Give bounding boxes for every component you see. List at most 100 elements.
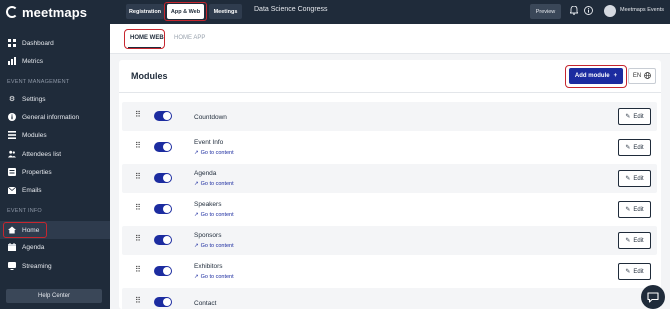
chat-icon[interactable] [641, 285, 665, 309]
module-name: Agenda [194, 170, 217, 177]
sidebar-item-emails[interactable]: Emails [0, 181, 110, 199]
subtab-home-app[interactable]: HOME APP [174, 35, 205, 41]
module-row: ⠿ Contact [122, 288, 657, 309]
add-module-button[interactable]: Add module + [569, 68, 623, 84]
edit-button[interactable]: ✎ Edit [618, 263, 651, 280]
avatar[interactable] [604, 5, 616, 17]
sidebar-item-properties[interactable]: Properties [0, 163, 110, 181]
sidebar-item-label: Agenda [22, 243, 45, 251]
drag-handle-icon[interactable]: ⠿ [135, 111, 141, 119]
preview-button[interactable]: Preview [530, 4, 561, 19]
sidebar-item-label: Properties [22, 168, 52, 176]
module-toggle[interactable] [154, 266, 172, 276]
edit-label: Edit [633, 206, 644, 213]
language-selector[interactable]: EN [628, 68, 656, 84]
module-toggle[interactable] [154, 204, 172, 214]
edit-button[interactable]: ✎ Edit [618, 108, 651, 125]
brand-logo[interactable]: meetmaps [0, 0, 110, 24]
go-to-content-label: Go to content [200, 274, 234, 280]
module-row: ⠿ Speakers ↗ Go to content ✎ Edit [122, 195, 657, 224]
edit-icon: ✎ [625, 114, 631, 120]
help-center-button[interactable]: Help Center [6, 289, 102, 303]
calendar-icon [8, 243, 16, 251]
active-subtab-indicator [128, 47, 161, 49]
tab-meetings[interactable]: Meetings [209, 4, 242, 19]
gear-icon: ⚙ [8, 96, 16, 103]
sidebar-item-label: Attendees list [22, 150, 62, 158]
streaming-icon [8, 262, 16, 270]
drag-handle-icon[interactable]: ⠿ [135, 266, 141, 274]
edit-label: Edit [633, 268, 644, 275]
edit-label: Edit [633, 144, 644, 151]
event-title: Data Science Congress [254, 6, 328, 13]
module-toggle[interactable] [154, 173, 172, 183]
external-link-icon: ↗ [194, 243, 199, 249]
edit-icon: ✎ [625, 238, 631, 244]
module-row: ⠿ Sponsors ↗ Go to content ✎ Edit [122, 226, 657, 255]
sidebar-item-metrics[interactable]: Metrics [0, 52, 110, 70]
edit-button[interactable]: ✎ Edit [618, 139, 651, 156]
edit-label: Edit [633, 113, 644, 120]
properties-icon [8, 168, 16, 176]
module-row: ⠿ Countdown ✎ Edit [122, 102, 657, 131]
panel-divider [119, 92, 661, 93]
edit-icon: ✎ [625, 269, 631, 275]
go-to-content-label: Go to content [200, 181, 234, 187]
sidebar-item-agenda[interactable]: Agenda [0, 238, 110, 256]
sidebar-item-dashboard[interactable]: Dashboard [0, 34, 110, 52]
sidebar-item-label: General information [22, 113, 80, 121]
meetmaps-logo-icon [6, 6, 18, 18]
edit-button[interactable]: ✎ Edit [618, 201, 651, 218]
globe-icon [644, 71, 652, 81]
go-to-content-link[interactable]: ↗ Go to content [194, 274, 234, 280]
module-row: ⠿ Exhibitors ↗ Go to content ✎ Edit [122, 257, 657, 286]
sidebar-item-streaming[interactable]: Streaming [0, 257, 110, 275]
module-name: Speakers [194, 201, 222, 208]
go-to-content-link[interactable]: ↗ Go to content [194, 181, 234, 187]
sidebar-item-settings[interactable]: ⚙ Settings [0, 90, 110, 108]
drag-handle-icon[interactable]: ⠿ [135, 142, 141, 150]
section-label-event-info: EVENT INFO [7, 208, 42, 214]
edit-button[interactable]: ✎ Edit [618, 170, 651, 187]
panel-title: Modules [131, 71, 168, 81]
drag-handle-icon[interactable]: ⠿ [135, 204, 141, 212]
drag-handle-icon[interactable]: ⠿ [135, 173, 141, 181]
tab-app-web[interactable]: App & Web [167, 4, 204, 19]
dashboard-icon [8, 39, 16, 47]
user-name[interactable]: Meetmaps Events [620, 7, 664, 13]
info-circle-icon[interactable] [584, 6, 593, 15]
sidebar-item-general-information[interactable]: General information [0, 108, 110, 126]
sidebar-item-modules[interactable]: Modules [0, 126, 110, 144]
edit-button[interactable]: ✎ Edit [618, 232, 651, 249]
go-to-content-link[interactable]: ↗ Go to content [194, 212, 234, 218]
module-name: Exhibitors [194, 263, 223, 270]
drag-handle-icon[interactable]: ⠿ [135, 235, 141, 243]
module-toggle[interactable] [154, 235, 172, 245]
module-toggle[interactable] [154, 111, 172, 121]
sidebar-item-home[interactable]: Home [0, 221, 110, 239]
brand-name: meetmaps [22, 4, 88, 20]
module-toggle[interactable] [154, 297, 172, 307]
go-to-content-link[interactable]: ↗ Go to content [194, 150, 234, 156]
bell-icon[interactable] [569, 6, 578, 15]
module-toggle[interactable] [154, 142, 172, 152]
sidebar-item-label: Settings [22, 95, 46, 103]
module-row: ⠿ Event Info ↗ Go to content ✎ Edit [122, 133, 657, 162]
people-icon [8, 150, 16, 158]
subtab-home-web[interactable]: HOME WEB [130, 35, 164, 41]
go-to-content-label: Go to content [200, 243, 234, 249]
edit-label: Edit [633, 237, 644, 244]
module-name: Contact [194, 300, 217, 307]
go-to-content-link[interactable]: ↗ Go to content [194, 243, 234, 249]
language-label: EN [632, 73, 642, 79]
modules-icon [8, 131, 16, 139]
sidebar-item-label: Emails [22, 186, 42, 194]
module-name: Event Info [194, 139, 224, 146]
drag-handle-icon[interactable]: ⠿ [135, 297, 141, 305]
tab-registration[interactable]: Registration [126, 4, 164, 19]
go-to-content-label: Go to content [200, 150, 234, 156]
plus-icon: + [613, 73, 618, 79]
module-name: Countdown [194, 114, 227, 121]
sidebar-item-label: Streaming [22, 262, 52, 270]
sidebar-item-attendees-list[interactable]: Attendees list [0, 145, 110, 163]
